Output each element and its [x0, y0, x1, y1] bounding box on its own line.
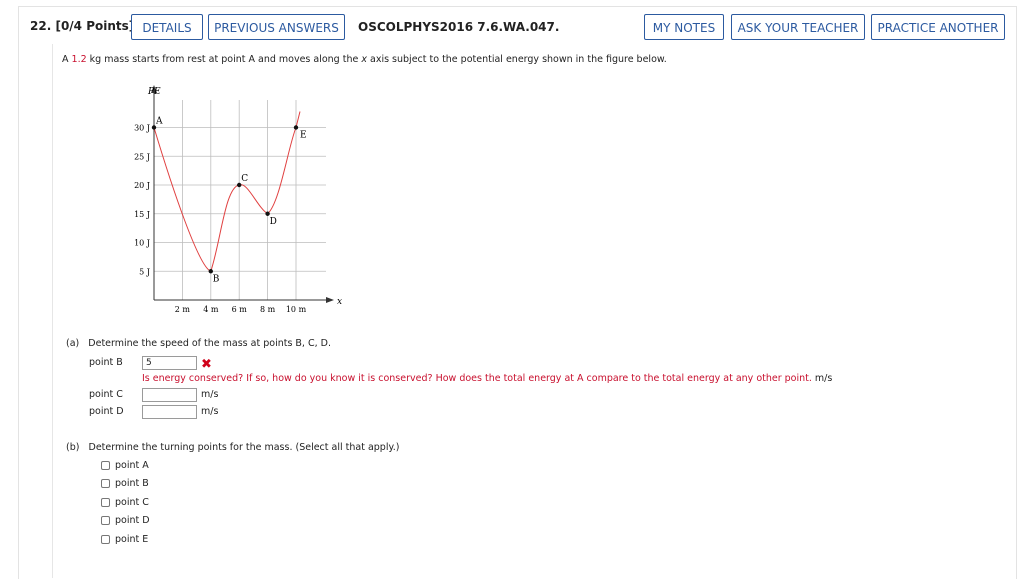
x-tick-label: 8 m [260, 305, 276, 314]
part-a-prefix: (a) [66, 338, 80, 349]
part-b-prefix: (b) [66, 442, 80, 453]
x-tick-label: 2 m [175, 305, 191, 314]
incorrect-icon: ✖ [201, 357, 212, 372]
y-tick-label: 25 J [134, 152, 150, 161]
potential-energy-curve [153, 111, 301, 272]
point-e-label: E [300, 131, 307, 141]
x-axis-arrow [326, 297, 334, 303]
previous-answers-button[interactable]: PREVIOUS ANSWERS [208, 14, 345, 40]
point-d-label: D [270, 217, 277, 227]
x-tick-label: 6 m [232, 305, 248, 314]
my-notes-button[interactable]: MY NOTES [644, 14, 724, 40]
left-rule [52, 44, 53, 578]
details-button[interactable]: DETAILS [131, 14, 203, 40]
turning-point-d-checkbox[interactable] [101, 516, 110, 525]
mass-value: 1.2 [71, 54, 87, 65]
turning-point-a-checkbox[interactable] [101, 461, 110, 470]
feedback-hint: Is energy conserved? If so, how do you k… [142, 373, 832, 384]
y-tick-label: 10 J [134, 239, 150, 248]
part-a-question: (a) Determine the speed of the mass at p… [66, 338, 331, 349]
question-header-label: 22. [0/4 Points] [30, 19, 134, 33]
point-c-label: C [241, 174, 248, 184]
part-b-question: (b) Determine the turning points for the… [66, 442, 399, 453]
point-c-label: point C [89, 389, 123, 400]
prompt-text-2: kg mass starts from rest at point A and … [86, 54, 362, 65]
prompt-text-3: axis subject to the potential energy sho… [366, 54, 667, 65]
turning-point-e-checkbox[interactable] [101, 535, 110, 544]
point-d-speed-input[interactable] [142, 405, 197, 419]
point-a-label: A [155, 117, 163, 127]
point-c-unit: m/s [201, 389, 219, 400]
point-b-label: point B [89, 357, 123, 368]
turning-point-a-label[interactable]: point A [115, 460, 149, 471]
turning-point-b-checkbox[interactable] [101, 479, 110, 488]
y-tick-label: 20 J [134, 181, 150, 190]
question-prompt: A 1.2 kg mass starts from rest at point … [62, 54, 667, 65]
feedback-text: Is energy conserved? If so, how do you k… [142, 373, 812, 384]
point-b-speed-input[interactable]: 5 [142, 356, 197, 370]
part-a-text: Determine the speed of the mass at point… [88, 338, 331, 349]
ask-your-teacher-button[interactable]: ASK YOUR TEACHER [731, 14, 865, 40]
part-b-text: Determine the turning points for the mas… [88, 442, 400, 453]
x-axis-label: x [337, 297, 342, 307]
y-tick-label: 5 J [139, 267, 150, 276]
curve-points: A B C D E [151, 117, 307, 284]
question-number: 22. [30, 19, 52, 33]
question-code: OSCOLPHYS2016 7.6.WA.047. [358, 20, 560, 34]
turning-point-c-checkbox[interactable] [101, 498, 110, 507]
question-points: [0/4 Points] [55, 19, 135, 33]
point-d-marker [265, 211, 270, 216]
point-e-marker [293, 125, 299, 130]
turning-point-e-label[interactable]: point E [115, 534, 148, 545]
x-tick-label: 10 m [286, 305, 307, 314]
point-b-label: B [213, 274, 220, 284]
y-axis-label: PE [147, 87, 161, 97]
point-c-speed-input[interactable] [142, 388, 197, 402]
y-tick-label: 30 J [134, 124, 150, 133]
x-tick-label: 4 m [203, 305, 219, 314]
prompt-text-1: A [62, 54, 72, 65]
point-d-label: point D [89, 406, 124, 417]
point-b-marker [208, 269, 213, 274]
point-d-unit: m/s [201, 406, 219, 417]
turning-point-d-label[interactable]: point D [115, 515, 150, 526]
y-tick-label: 15 J [134, 210, 150, 219]
feedback-unit: m/s [814, 373, 833, 384]
x-tick-labels: 2 m 4 m 6 m 8 m 10 m [175, 305, 307, 314]
potential-energy-figure: PE x 30 J 25 J 20 J 15 J 10 J 5 J 2 m 4 m 6 m 8 … [134, 85, 342, 314]
practice-another-button[interactable]: PRACTICE ANOTHER [871, 14, 1005, 40]
turning-point-b-label[interactable]: point B [115, 478, 149, 489]
turning-point-c-label[interactable]: point C [115, 497, 149, 508]
y-tick-labels: 30 J 25 J 20 J 15 J 10 J 5 J [134, 124, 150, 277]
